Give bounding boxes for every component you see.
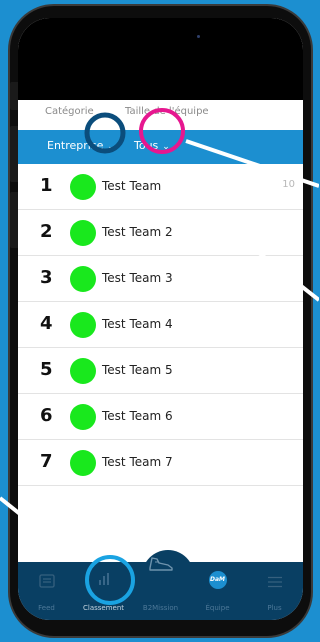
team-score: 10: [282, 179, 295, 190]
team-name: Test Team 3: [102, 271, 173, 285]
tab-equipe[interactable]: DaM Équipe: [189, 562, 246, 620]
sneaker-icon: [148, 554, 174, 576]
team-avatar: [70, 312, 96, 338]
team-ranking-list: 1 Test Team 10 2 Test Team 2 3 Test Team…: [18, 164, 303, 486]
status-bar: [18, 18, 303, 100]
tab-plus[interactable]: Plus: [246, 562, 303, 620]
feed-icon: [38, 573, 55, 592]
dam-badge-icon: DaM: [208, 571, 227, 589]
team-row[interactable]: 4 Test Team 4: [18, 302, 303, 348]
team-avatar: [70, 404, 96, 430]
team-row[interactable]: 6 Test Team 6: [18, 394, 303, 440]
team-name: Test Team 5: [102, 363, 173, 377]
team-avatar: [70, 220, 96, 246]
team-rank: 2: [40, 221, 53, 242]
filter-bar: Entreprise ⌄ Tous ⌄: [18, 130, 303, 164]
category-label: Catégorie: [45, 106, 94, 117]
chevron-down-icon: ⌄: [162, 142, 170, 152]
filter-labels-row: Catégorie Taille de l'équipe: [18, 100, 303, 130]
team-size-label: Taille de l'équipe: [125, 106, 209, 117]
team-rank: 1: [40, 175, 53, 196]
tab-label: Plus: [267, 604, 282, 612]
team-name: Test Team 2: [102, 225, 173, 239]
team-name: Test Team: [102, 179, 162, 193]
team-avatar: [70, 358, 96, 384]
camera-dot: [197, 35, 200, 38]
team-name: Test Team 4: [102, 317, 173, 331]
team-row[interactable]: 7 Test Team 7: [18, 440, 303, 486]
tab-classement[interactable]: Classement: [75, 562, 132, 620]
team-row[interactable]: 2 Test Team 2: [18, 210, 303, 256]
tab-label: Équipe: [205, 604, 230, 612]
team-row[interactable]: 1 Test Team 10: [18, 164, 303, 210]
team-rank: 7: [40, 451, 53, 472]
category-dropdown[interactable]: Entreprise ⌄: [47, 139, 115, 152]
bottom-tab-bar: Feed Classement B2Mission DaM Équipe Plu…: [18, 557, 303, 620]
team-name: Test Team 6: [102, 409, 173, 423]
team-avatar: [70, 266, 96, 292]
team-rank: 5: [40, 359, 53, 380]
tab-label: Feed: [38, 604, 55, 612]
team-rank: 6: [40, 405, 53, 426]
team-rank: 4: [40, 313, 53, 334]
team-name: Test Team 7: [102, 455, 173, 469]
team-size-dropdown[interactable]: Tous ⌄: [134, 139, 170, 152]
menu-icon: [267, 573, 283, 592]
category-value: Entreprise: [47, 139, 104, 152]
team-avatar: [70, 174, 96, 200]
team-row[interactable]: 3 Test Team 3: [18, 256, 303, 302]
team-rank: 3: [40, 267, 53, 288]
team-size-value: Tous: [134, 139, 159, 152]
team-row[interactable]: 5 Test Team 5: [18, 348, 303, 394]
tab-label: B2Mission: [142, 604, 179, 612]
chevron-down-icon: ⌄: [107, 142, 115, 152]
team-avatar: [70, 450, 96, 476]
tab-feed[interactable]: Feed: [18, 562, 75, 620]
tab-b2mission[interactable]: B2Mission: [132, 557, 189, 620]
bar-chart-icon: [97, 571, 111, 590]
tab-label: Classement: [82, 604, 125, 612]
app-screen: Catégorie Taille de l'équipe Entreprise ⌄…: [18, 18, 303, 620]
